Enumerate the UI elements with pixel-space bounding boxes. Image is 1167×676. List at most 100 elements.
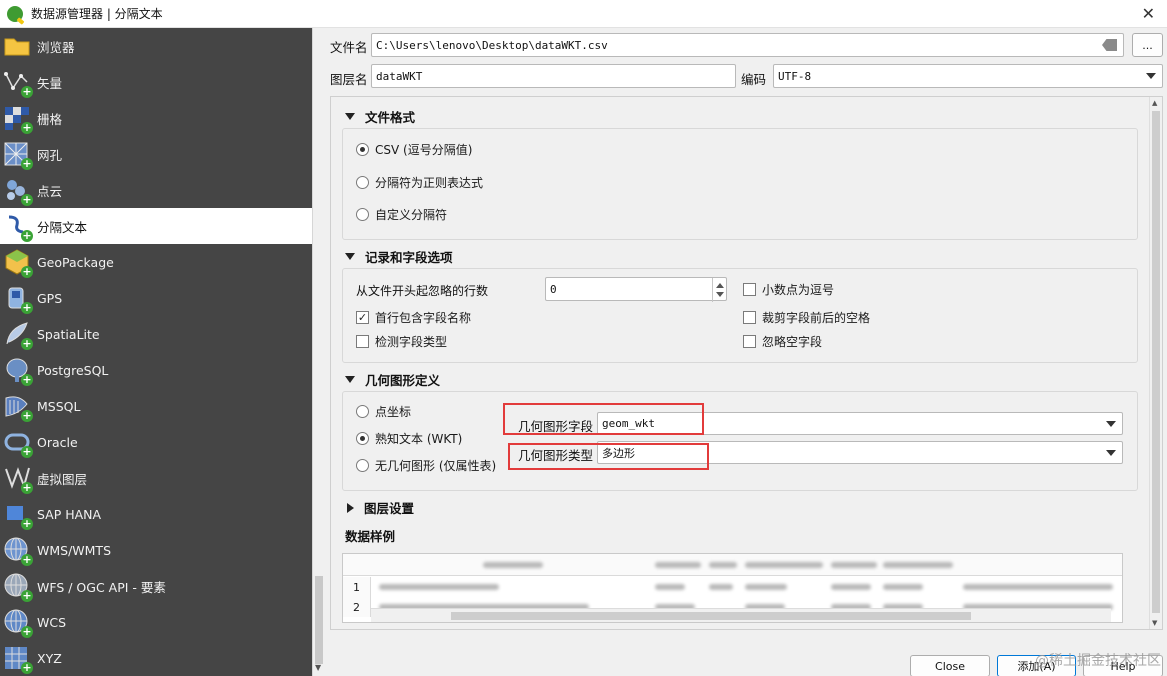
sap-hana-icon: + — [3, 500, 33, 530]
layer-name-input[interactable]: dataWKT — [371, 64, 736, 88]
sidebar-item-wfs[interactable]: + WFS / OGC API - 要素 — [0, 568, 312, 604]
folder-icon — [3, 32, 31, 60]
radio-indicator[interactable] — [356, 143, 369, 156]
checkbox-label: 裁剪字段前后的空格 — [762, 311, 871, 325]
sidebar-item-label: 分隔文本 — [37, 219, 88, 235]
sidebar-item-xyz[interactable]: + XYZ — [0, 640, 312, 676]
sidebar-item-wms[interactable]: + WMS/WMTS — [0, 532, 312, 568]
sidebar-item-raster[interactable]: + 栅格 — [0, 100, 312, 136]
sample-data-table[interactable]: 1 2 — [342, 553, 1123, 623]
sidebar-item-spatialite[interactable]: + SpatiaLite — [0, 316, 312, 352]
scroll-down-icon[interactable]: ▼ — [315, 663, 321, 672]
layer-settings-title: 图层设置 — [364, 501, 415, 516]
sidebar-item-label: WFS / OGC API - 要素 — [37, 579, 166, 595]
sidebar-item-gps[interactable]: + GPS — [0, 280, 312, 316]
radio-indicator[interactable] — [356, 405, 369, 418]
sidebar-item-label: XYZ — [37, 650, 62, 666]
sidebar-item-postgresql[interactable]: + PostgreSQL — [0, 352, 312, 388]
elephant-icon: + — [3, 356, 33, 386]
checkbox-trim-fields[interactable]: 裁剪字段前后的空格 — [743, 309, 870, 326]
checkbox-detect-types[interactable]: 检测字段类型 — [356, 333, 447, 350]
row-number: 2 — [343, 597, 371, 617]
blurred-cell — [831, 584, 871, 590]
sidebar-item-geopackage[interactable]: + GeoPackage — [0, 244, 312, 280]
radio-wkt[interactable]: 熟知文本 (WKT) — [356, 430, 462, 447]
skip-lines-label: 从文件开头起忽略的行数 — [356, 284, 489, 298]
clear-icon[interactable] — [1102, 39, 1117, 51]
options-scrollbar[interactable]: ▲ ▼ — [1149, 97, 1162, 629]
checkbox-label: 首行包含字段名称 — [375, 311, 472, 325]
radio-indicator[interactable] — [356, 176, 369, 189]
radio-no-geometry[interactable]: 无几何图形 (仅属性表) — [356, 457, 496, 474]
sidebar-item-wcs[interactable]: + WCS — [0, 604, 312, 640]
checkbox-decimal-comma[interactable]: 小数点为逗号 — [743, 281, 834, 298]
radio-indicator[interactable] — [356, 459, 369, 472]
checkbox-indicator[interactable] — [356, 335, 369, 348]
sidebar-item-sap-hana[interactable]: + SAP HANA — [0, 496, 312, 532]
highlight-box-field — [503, 403, 704, 435]
sidebar-scroll-thumb[interactable] — [315, 576, 323, 664]
scroll-down-icon[interactable]: ▼ — [1152, 619, 1157, 627]
chevron-down-icon — [1106, 421, 1116, 427]
sidebar-item-virtual-layer[interactable]: + 虚拟图层 — [0, 460, 312, 496]
sidebar-item-label: GPS — [37, 290, 63, 306]
sidebar-item-delimited-text[interactable]: + 分隔文本 — [0, 208, 312, 244]
sidebar-item-label: SpatiaLite — [37, 326, 100, 342]
checkbox-indicator[interactable] — [743, 283, 756, 296]
radio-csv[interactable]: CSV (逗号分隔值) — [356, 141, 472, 158]
skip-lines-spinbox[interactable]: 0 — [545, 277, 727, 302]
sidebar-item-mssql[interactable]: + MSSQL — [0, 388, 312, 424]
collapse-arrow-icon — [345, 376, 355, 383]
chevron-down-icon — [1106, 450, 1116, 456]
sidebar-scrollbar[interactable]: ▼ — [312, 28, 325, 676]
sidebar-item-oracle[interactable]: + Oracle — [0, 424, 312, 460]
sidebar-item-vector[interactable]: + 矢量 — [0, 64, 312, 100]
checkbox-label: 检测字段类型 — [375, 335, 448, 349]
browse-button[interactable]: ... — [1132, 33, 1163, 57]
geometry-header[interactable]: 几何图形定义 — [345, 370, 440, 389]
spin-buttons[interactable] — [712, 278, 726, 302]
radio-indicator[interactable] — [356, 432, 369, 445]
globe-icon: + — [3, 608, 33, 638]
radio-regex[interactable]: 分隔符为正则表达式 — [356, 174, 483, 191]
options-scroll-thumb[interactable] — [1152, 111, 1160, 613]
checkbox-indicator[interactable] — [743, 311, 756, 324]
sidebar-item-pointcloud[interactable]: + 点云 — [0, 172, 312, 208]
radio-point-coordinates[interactable]: 点坐标 — [356, 403, 411, 420]
spin-up-icon[interactable] — [716, 283, 724, 288]
table-horizontal-scrollbar[interactable] — [371, 608, 1111, 622]
sidebar-item-label: 虚拟图层 — [37, 471, 88, 487]
collapse-arrow-icon — [345, 113, 355, 120]
encoding-value: UTF-8 — [778, 69, 812, 83]
sidebar-item-label: 栅格 — [37, 111, 63, 127]
blurred-cell — [745, 584, 787, 590]
sidebar-item-label: 网孔 — [37, 147, 63, 163]
blurred-header — [709, 562, 737, 568]
encoding-label: 编码 — [741, 72, 767, 87]
radio-label: 无几何图形 (仅属性表) — [375, 459, 497, 473]
close-icon[interactable]: ✕ — [1142, 4, 1155, 23]
checkbox-indicator[interactable] — [743, 335, 756, 348]
sidebar-item-browser[interactable]: 浏览器 — [0, 28, 312, 64]
feather-icon: + — [3, 320, 33, 350]
window-title: 数据源管理器 | 分隔文本 — [31, 7, 163, 21]
qgis-logo-icon — [7, 5, 23, 22]
radio-indicator[interactable] — [356, 208, 369, 221]
filename-input[interactable]: C:\Users\lenovo\Desktop\dataWKT.csv — [371, 33, 1124, 57]
sidebar-item-mesh[interactable]: + 网孔 — [0, 136, 312, 172]
checkbox-first-record-names[interactable]: ✓ 首行包含字段名称 — [356, 309, 471, 326]
layer-settings-header[interactable]: 图层设置 — [345, 498, 414, 517]
file-format-header[interactable]: 文件格式 — [345, 107, 415, 126]
encoding-select[interactable]: UTF-8 — [773, 64, 1163, 88]
sidebar-item-label: 浏览器 — [37, 39, 75, 55]
checkbox-indicator[interactable]: ✓ — [356, 311, 369, 324]
layer-name-value: dataWKT — [376, 69, 423, 83]
table-scroll-thumb[interactable] — [451, 612, 971, 620]
radio-custom-delimiter[interactable]: 自定义分隔符 — [356, 206, 447, 223]
spin-down-icon[interactable] — [716, 292, 724, 297]
sidebar-item-label: PostgreSQL — [37, 362, 109, 378]
record-options-header[interactable]: 记录和字段选项 — [345, 247, 453, 266]
checkbox-discard-empty[interactable]: 忽略空字段 — [743, 333, 822, 350]
scroll-up-icon[interactable]: ▲ — [1152, 99, 1157, 107]
close-button[interactable]: Close — [910, 655, 990, 676]
